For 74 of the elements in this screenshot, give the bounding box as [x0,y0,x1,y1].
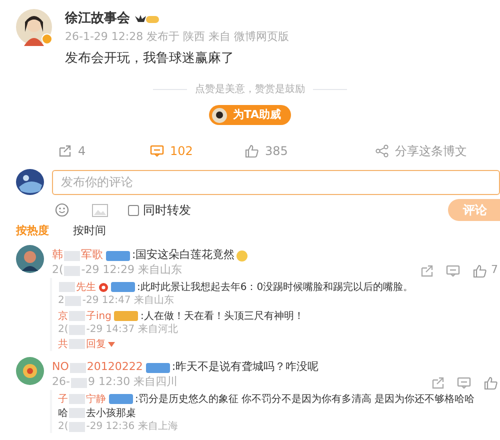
reply-date: 2( [58,323,68,337]
replier-name[interactable]: 子 [58,392,68,406]
like-button[interactable]: 7 [473,262,498,279]
reply-date: 2( [58,420,68,434]
reward-note: 点赞是美意，赞赏是鼓励 [195,82,305,97]
comment-submit-button[interactable]: 评论 [448,199,500,221]
reply-text: :此时此景让我想起去年6：0没踢时候嘴脸和踢完以后的嘴脸。 [137,280,414,294]
more-replies-link[interactable]: 共 回复 [58,337,498,351]
sort-tab[interactable]: 按时间 [73,222,106,240]
reply-date: -29 14:37 来自河北 [86,322,178,337]
redaction-block [69,324,86,334]
comment-date: 2( [52,262,64,278]
commenter-name[interactable]: 20120222 [86,359,143,376]
thumbs-up-icon [473,264,487,278]
redaction-block [64,266,80,276]
post-meta: 26-1-29 12:28 发布于 陕西 来自 微博网页版 [65,29,290,45]
thumbs-up-icon [484,376,498,390]
share-button[interactable]: 分享这条博文 [375,142,467,160]
avatar [16,357,44,385]
reply-text: 哈 [58,406,68,420]
redaction-block [59,282,75,292]
redaction-block [69,339,85,349]
comment-icon [150,144,164,158]
reply-date: -29 12:47 来自山东 [82,294,174,308]
redaction-block [69,422,86,432]
avatar [16,169,44,195]
avatar [15,8,53,46]
author-name[interactable]: 徐江故事会 [65,9,130,29]
like-button[interactable] [484,376,498,390]
reply-text: :人在做！天在看！头顶三尺有神明！ [140,310,304,324]
sort-tab[interactable]: 按热度 [16,222,49,240]
redaction-block [70,378,87,388]
repost-icon [431,376,444,389]
repost-icon [420,264,433,277]
comment-date: 9 12:30 来自四川 [88,374,178,390]
reply-text: 去小孩那桌 [86,406,136,420]
replier-name[interactable]: 京 [58,308,68,324]
comment-date: -29 12:29 来自山东 [81,262,182,278]
repost-icon [58,144,72,158]
redaction-block [69,394,85,404]
comment-icon [446,264,460,277]
comment-text: :昨天不是说有聋城吗？咋没呢 [172,359,319,376]
comment-input[interactable]: 发布你的评论 [52,170,500,194]
comment-icon [457,376,471,389]
comment-date: 26- [52,374,70,390]
reply-date: -29 12:36 来自上海 [86,420,178,434]
redaction-block [70,362,86,372]
image-icon [92,204,108,216]
caret-down-icon [108,342,115,346]
replier-name[interactable]: 子ing [86,308,112,324]
reply-text: :罚分是历史悠久的象征 你不罚分不是因为你有多清高 是因为你还不够格哈哈 [135,392,475,406]
thumbs-up-icon [245,144,259,158]
commenter-name[interactable]: 韩 [52,247,63,264]
redaction-block [65,296,82,306]
commenter-name[interactable]: 军歌 [81,247,103,264]
comment-text: :国安这朵白莲花竟然 [132,247,235,264]
post-text: 发布会开玩，我鲁球迷赢麻了 [65,50,235,68]
comment-button[interactable]: 102 [150,142,245,160]
redaction-block [69,408,85,418]
replier-name[interactable]: 先生 [76,280,96,294]
smiley-icon [55,203,69,217]
reply-date: 2 [58,294,64,308]
redaction-block [64,250,80,260]
share-icon [375,144,389,158]
cheer-button[interactable]: 为TA助威 [208,105,292,125]
redaction-block [69,311,85,321]
repost-button[interactable]: 4 [58,142,150,160]
repost-checkbox[interactable]: 同时转发 [128,201,191,219]
avatar [212,108,227,122]
replier-name[interactable]: 宁静 [86,392,106,406]
avatar [16,245,44,273]
crown-icon [134,13,160,25]
like-button[interactable]: 385 [245,142,375,160]
commenter-name[interactable]: NO [52,359,69,376]
